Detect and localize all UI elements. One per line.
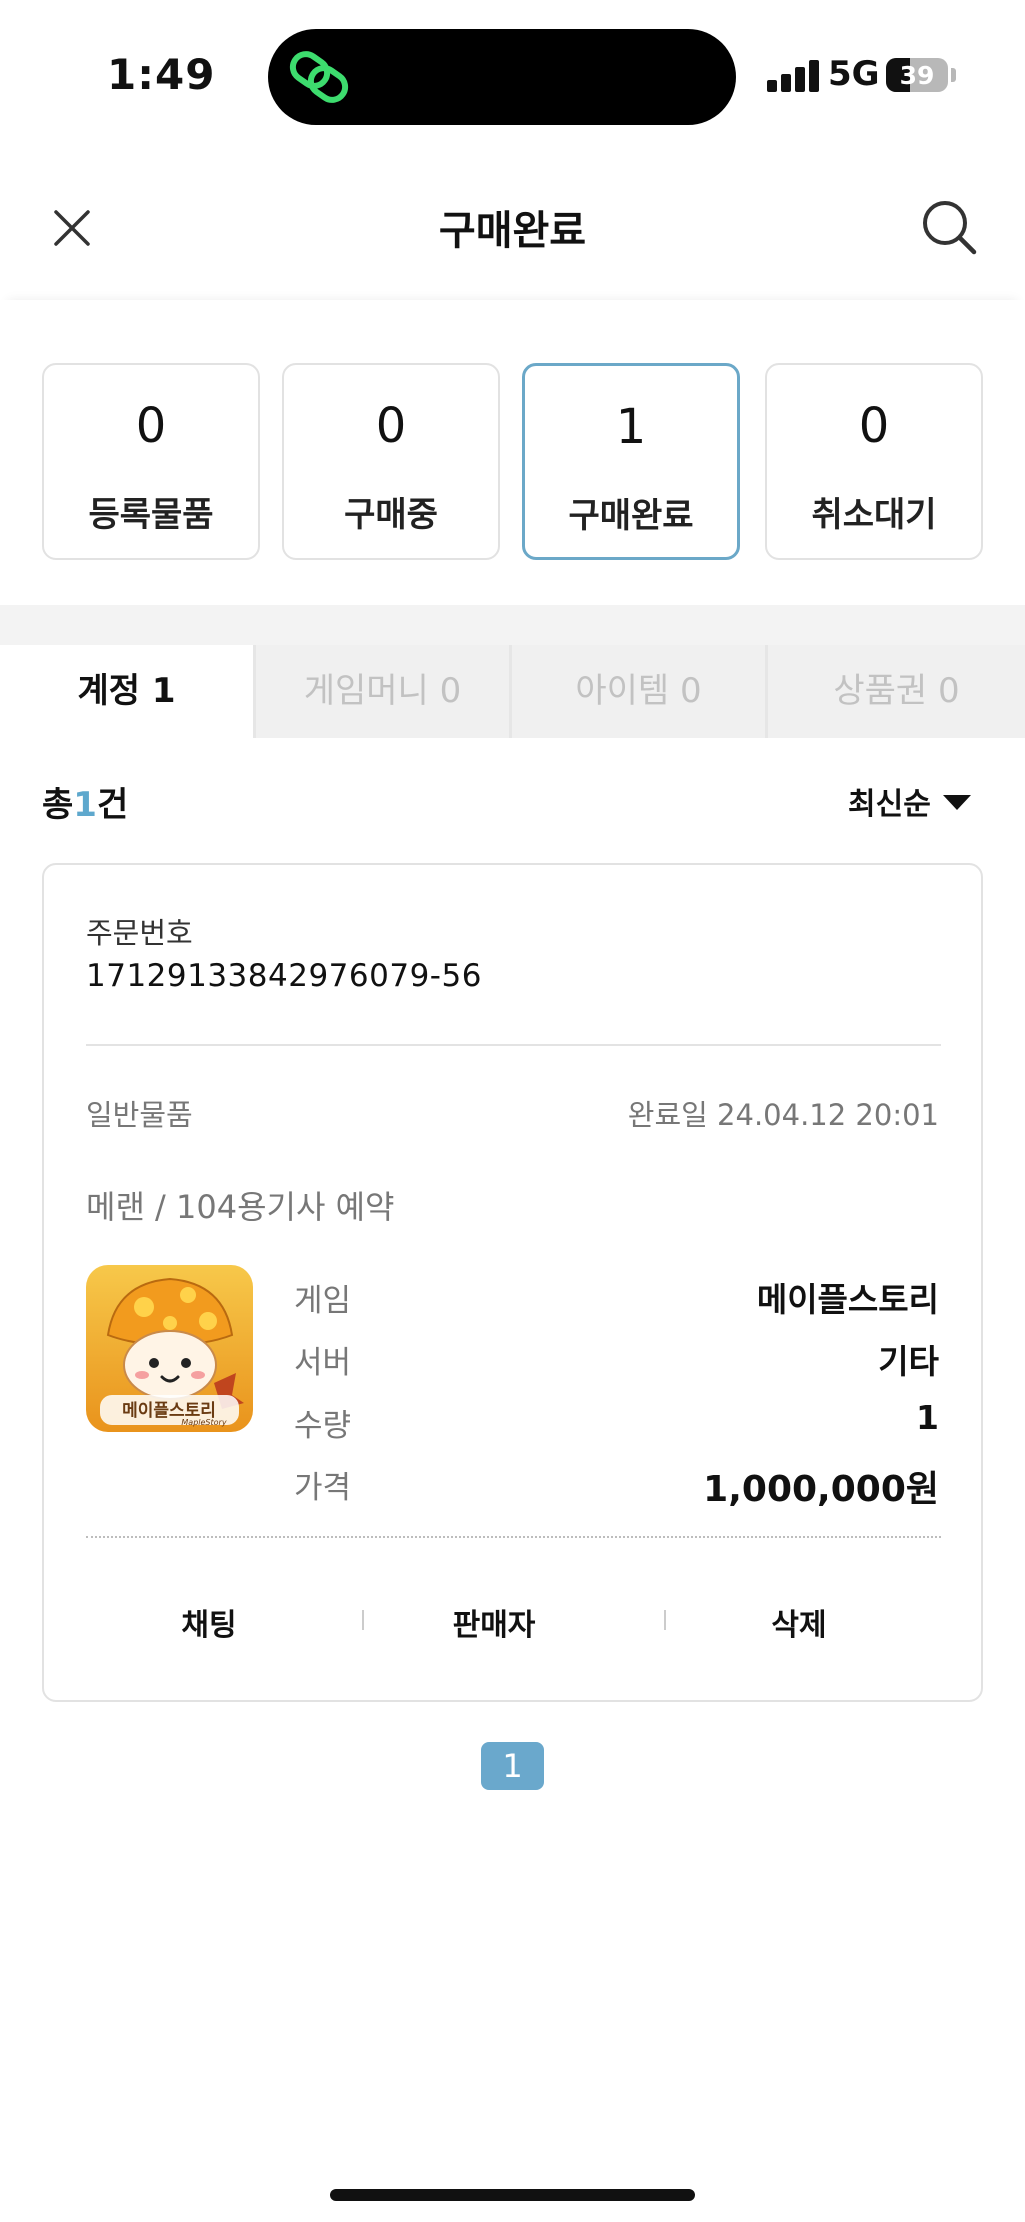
- total-suffix: 건: [96, 785, 129, 825]
- summary-count: 0: [375, 398, 407, 454]
- maplestory-logo: 메이플스토리 MapleStory: [86, 1265, 253, 1432]
- summary-label: 구매중: [344, 495, 438, 535]
- status-bar: 1:49 5G 39: [0, 0, 1025, 150]
- chat-button[interactable]: 채팅: [154, 1600, 264, 1644]
- page-button-current[interactable]: 1: [481, 1742, 544, 1790]
- detail-value-server: 기타: [878, 1342, 939, 1381]
- summary-label: 구매완료: [568, 496, 694, 536]
- battery-percent: 39: [899, 61, 935, 90]
- status-summary: 0 등록물품 0 구매중 1 구매완료 0 취소대기: [0, 300, 1025, 605]
- completion-date: 완료일 24.04.12 20:01: [627, 1098, 939, 1132]
- category-tabs: 계정 1 게임머니 0 아이템 0 상품권 0: [0, 645, 1025, 738]
- summary-label: 취소대기: [811, 495, 937, 535]
- cellular-signal-icon: [767, 58, 819, 92]
- total-prefix: 총: [42, 785, 74, 825]
- delete-button[interactable]: 삭제: [744, 1600, 854, 1644]
- search-button[interactable]: [918, 196, 980, 258]
- summary-card-purchasing[interactable]: 0 구매중: [282, 363, 500, 560]
- seller-button[interactable]: 판매자: [429, 1600, 559, 1644]
- battery-tip: [951, 68, 956, 82]
- detail-label-server: 서버: [294, 1345, 352, 1381]
- dotted-divider: [86, 1536, 941, 1538]
- item-type: 일반물품: [86, 1098, 193, 1132]
- summary-label: 등록물품: [88, 495, 214, 535]
- page-title: 구매완료: [438, 208, 587, 254]
- item-title: 메랜 / 104용기사 예약: [86, 1188, 395, 1226]
- summary-card-registered[interactable]: 0 등록물품: [42, 363, 260, 560]
- app-header: 구매완료: [0, 170, 1025, 300]
- total-number: 1: [73, 785, 97, 825]
- order-card: 주문번호 17129133842976079-56 일반물품 완료일 24.04…: [42, 863, 983, 1702]
- detail-value-quantity: 1: [916, 1398, 939, 1437]
- tab-item[interactable]: 아이템 0: [512, 645, 765, 738]
- tab-game-money[interactable]: 게임머니 0: [256, 645, 509, 738]
- detail-value-price: 1,000,000원: [703, 1469, 939, 1510]
- home-indicator: [330, 2189, 695, 2201]
- logo-subtext: MapleStory: [181, 1418, 226, 1427]
- detail-label-quantity: 수량: [294, 1408, 352, 1444]
- summary-card-cancel-pending[interactable]: 0 취소대기: [765, 363, 983, 560]
- order-number: 17129133842976079-56: [86, 958, 482, 994]
- sort-dropdown[interactable]: 최신순: [848, 779, 971, 823]
- summary-count: 0: [135, 398, 167, 454]
- search-icon: [923, 201, 977, 255]
- summary-count: 1: [615, 399, 647, 455]
- detail-label-price: 가격: [294, 1470, 352, 1506]
- summary-card-completed[interactable]: 1 구매완료: [522, 363, 740, 560]
- action-divider: [664, 1610, 666, 1630]
- link-app-icon: [289, 51, 349, 103]
- detail-label-game: 게임: [294, 1283, 352, 1319]
- status-time: 1:49: [107, 50, 216, 99]
- caret-down-icon: [942, 795, 971, 810]
- section-divider: [0, 605, 1025, 645]
- detail-value-game: 메이플스토리: [756, 1280, 939, 1319]
- summary-count: 0: [858, 398, 890, 454]
- sort-label: 최신순: [848, 787, 931, 822]
- divider: [86, 1044, 941, 1046]
- action-divider: [362, 1610, 364, 1630]
- tab-gift-card[interactable]: 상품권 0: [768, 645, 1025, 738]
- network-type: 5G: [828, 54, 880, 94]
- total-count: 총1건: [42, 777, 128, 826]
- battery-icon: 39: [886, 58, 948, 92]
- tab-account[interactable]: 계정 1: [0, 645, 253, 738]
- dynamic-island: [268, 29, 736, 125]
- order-number-label: 주문번호: [86, 916, 193, 950]
